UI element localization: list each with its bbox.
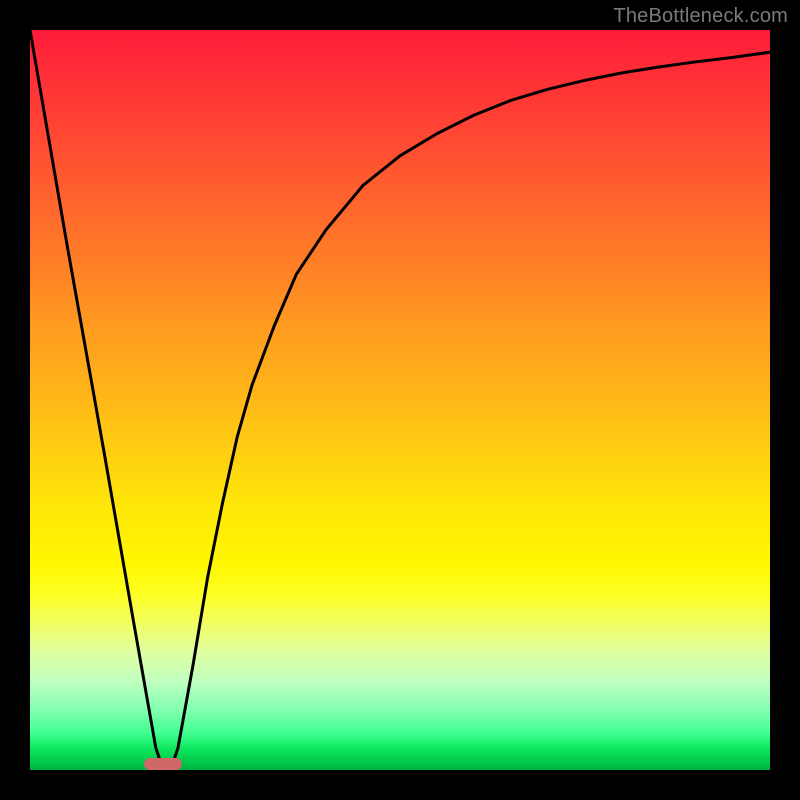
curve-svg <box>30 30 770 770</box>
plot-area <box>30 30 770 770</box>
optimal-zone-marker <box>144 758 182 770</box>
watermark-text: TheBottleneck.com <box>613 5 788 28</box>
bottleneck-curve <box>30 30 770 770</box>
